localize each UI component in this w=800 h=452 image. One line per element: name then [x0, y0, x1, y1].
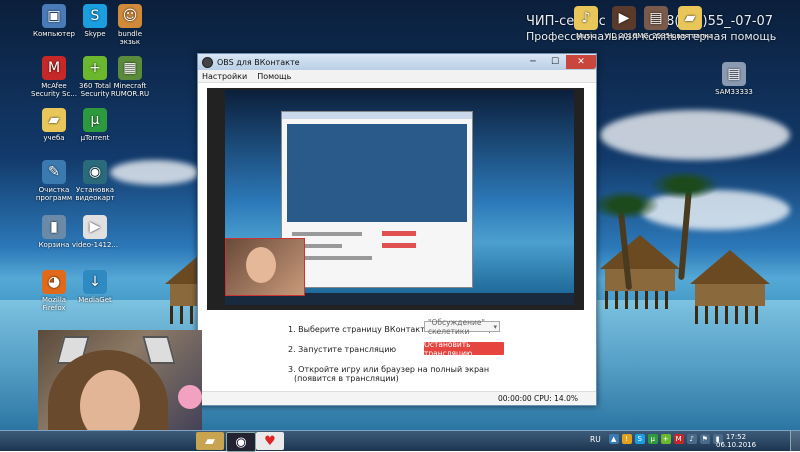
menu-help[interactable]: Помощь — [257, 72, 291, 81]
stream-time: 00:00:00 — [498, 394, 532, 403]
video-file-icon: ▶ — [83, 215, 107, 239]
clock-date: 06.10.2016 — [716, 441, 757, 449]
mcafee-icon: M — [42, 56, 66, 80]
step3-hint: (появится в трансляции) — [294, 374, 399, 383]
maximize-button[interactable]: ☐ — [544, 55, 566, 69]
step2-label: 2. Запустите трансляцию — [288, 345, 397, 354]
photo-thumb-icon: ▤ — [722, 62, 746, 86]
minimize-button[interactable]: ─ — [522, 55, 544, 69]
explorer-taskbar-button[interactable]: ▰ — [196, 432, 224, 450]
obs-app-icon — [202, 56, 213, 68]
show-desktop-button[interactable] — [790, 431, 800, 451]
taskbar: ▰ ◉ ♥ RU ▲ ! S µ + M ♪ ⚑ ▮ 17:52 06.10.2… — [0, 430, 800, 452]
minecraft-icon: ▦ — [118, 56, 142, 80]
right-desktop-icon[interactable]: ▤ SAM33333 — [708, 62, 760, 96]
beach-hut — [600, 235, 680, 309]
mediaget-icon: ↓ — [83, 270, 107, 294]
desktop-icon-label: Minecraft RUMOR.RU — [110, 82, 150, 98]
desktop-icon-label: µTorrent — [80, 134, 110, 142]
computer-icon: ▣ — [42, 4, 66, 28]
utorrent-icon: µ — [83, 108, 107, 132]
tray-icon-360[interactable]: + — [660, 434, 671, 444]
obs-window[interactable]: OBS для ВКонтакте ─ ☐ ✕ Настройки Помощь… — [197, 53, 597, 406]
desktop-icon-label: Новая папка — [666, 32, 714, 40]
preview-nested-window — [281, 111, 473, 288]
cloud — [600, 110, 790, 160]
new-folder-icon: ▰ — [678, 6, 702, 30]
folder-icon: ▰ — [42, 108, 66, 132]
stream-preview — [207, 88, 584, 310]
chevron-down-icon: ▾ — [493, 323, 497, 331]
close-button[interactable]: ✕ — [566, 55, 596, 69]
tray-icon-update[interactable]: ! — [621, 434, 632, 444]
tray-icon-mcafee[interactable]: M — [673, 434, 684, 444]
cleaner-icon: ✎ — [42, 160, 66, 184]
page-select[interactable]: "Обсуждение" скелетики ▾ — [424, 318, 500, 336]
beach-hut — [690, 250, 770, 324]
music-folder-icon: ♪ — [574, 6, 598, 30]
skype-tray-icon[interactable]: S — [634, 434, 645, 444]
desktop-icon-label: MediaGet — [78, 296, 112, 304]
right-desktop-icon[interactable]: ▰ Новая папка — [664, 6, 716, 40]
heart-app-taskbar-button[interactable]: ♥ — [256, 432, 284, 450]
left-desktop-icon[interactable]: µ µTorrent — [69, 108, 121, 142]
page-select-value: "Обсуждение" скелетики — [428, 317, 485, 336]
left-desktop-icon[interactable]: ↓ MediaGet — [69, 270, 121, 304]
heart-icon: ♥ — [264, 433, 276, 449]
obs-icon: ◉ — [235, 434, 247, 450]
tray-icon-network[interactable]: ▲ — [608, 434, 619, 444]
clock-time: 17:52 — [725, 433, 747, 441]
status-bar: 00:00:00 CPU: 14.0% — [198, 391, 596, 405]
firefox-icon: ◕ — [42, 270, 66, 294]
tray-icon-volume[interactable]: ♪ — [686, 434, 697, 444]
desktop-icon-label: Установка видеокарт — [75, 186, 115, 202]
tray-icon-flag[interactable]: ⚑ — [699, 434, 710, 444]
menu-settings[interactable]: Настройки — [202, 72, 247, 81]
stop-stream-button[interactable]: Остановить трансляцию — [424, 340, 504, 358]
desktop-icon-label: video-1412... — [71, 241, 119, 249]
desktop-icon-label: SAM33333 — [715, 88, 753, 96]
clock[interactable]: 17:52 06.10.2016 — [716, 433, 756, 449]
left-desktop-icon[interactable]: ▦ Minecraft RUMOR.RU — [104, 56, 156, 98]
language-indicator[interactable]: RU — [590, 435, 601, 444]
cpu-usage: CPU: 14.0% — [534, 394, 578, 403]
step3-label: 3. Откройте игру или браузер на полный э… — [288, 365, 490, 374]
cloud — [110, 160, 200, 185]
preview-webcam — [225, 238, 305, 296]
menu-bar: Настройки Помощь — [198, 70, 596, 83]
toy-icon: ☺ — [118, 4, 142, 28]
recycle-bin-icon: ▮ — [42, 215, 66, 239]
left-desktop-icon[interactable]: ◉ Установка видеокарт — [69, 160, 121, 202]
left-desktop-icon[interactable]: ▶ video-1412... — [69, 215, 121, 249]
window-title: OBS для ВКонтакте — [217, 57, 300, 67]
window-titlebar[interactable]: OBS для ВКонтакте ─ ☐ ✕ — [198, 54, 596, 70]
desktop-icon-label: bundle экзьк — [117, 30, 142, 46]
tray-icon-torrent[interactable]: µ — [647, 434, 658, 444]
system-tray: RU ▲ ! S µ + M ♪ ⚑ ▮ — [590, 434, 726, 444]
left-desktop-icon[interactable]: ☺ bundle экзьк — [104, 4, 156, 46]
driver-icon: ◉ — [83, 160, 107, 184]
obs-taskbar-button[interactable]: ◉ — [226, 432, 256, 452]
folder-icon: ▰ — [205, 433, 215, 449]
